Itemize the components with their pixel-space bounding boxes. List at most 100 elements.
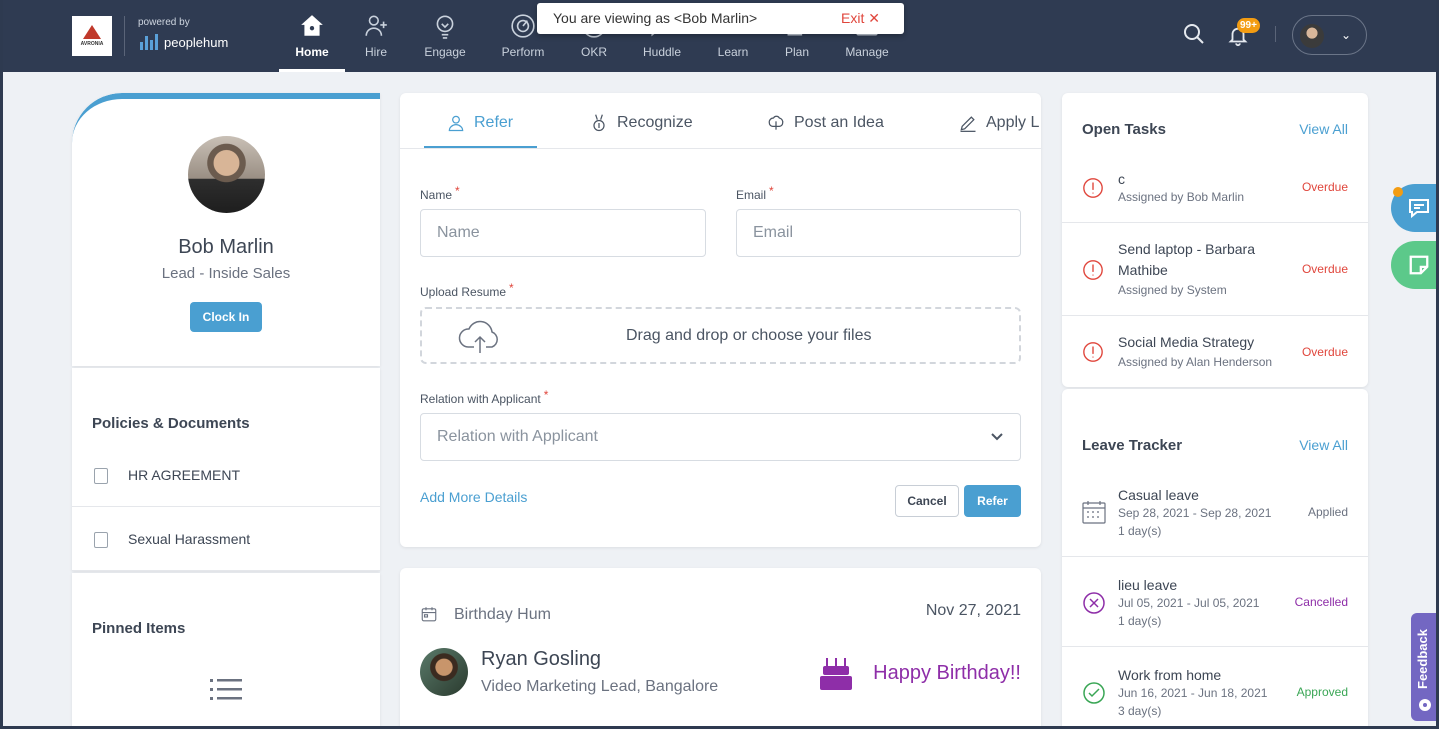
list-icon bbox=[210, 679, 242, 700]
exit-impersonation-button[interactable]: Exit ✕ bbox=[841, 10, 880, 27]
feedback-label: Feedback bbox=[1415, 629, 1430, 689]
document-icon bbox=[94, 532, 108, 548]
refer-button[interactable]: Refer bbox=[964, 485, 1021, 517]
nav-hire[interactable]: Hire bbox=[343, 12, 409, 72]
leave-dates: Sep 28, 2021 - Sep 28, 2021 bbox=[1118, 506, 1272, 520]
task-assigned-by: Assigned by Alan Henderson bbox=[1118, 355, 1273, 369]
resume-dropzone[interactable]: Drag and drop or choose your files bbox=[420, 307, 1021, 364]
leave-item[interactable]: Casual leave Sep 28, 2021 - Sep 28, 2021… bbox=[1062, 467, 1368, 557]
birthday-card: Birthday Hum Nov 27, 2021 Ryan Gosling V… bbox=[400, 568, 1041, 729]
calendar-icon bbox=[421, 607, 437, 622]
birthday-person-name[interactable]: Ryan Gosling bbox=[481, 648, 601, 671]
top-navigation-bar: AVRONIA powered by peoplehum Home Hire E… bbox=[0, 0, 1439, 72]
tab-divider bbox=[400, 148, 1041, 149]
open-tasks-view-all-link[interactable]: View All bbox=[1299, 121, 1348, 137]
task-item[interactable]: Send laptop - Barbara Mathibe Assigned b… bbox=[1062, 223, 1368, 316]
tab-refer[interactable]: Refer bbox=[446, 113, 513, 133]
relation-label: Relation with Applicant * bbox=[420, 388, 549, 406]
feedback-tab[interactable]: Feedback bbox=[1411, 613, 1439, 721]
birthday-person-role: Video Marketing Lead, Bangalore bbox=[481, 678, 719, 695]
alert-icon bbox=[1083, 260, 1103, 280]
sticky-note-icon bbox=[1409, 255, 1429, 275]
tab-post-idea[interactable]: Post an Idea bbox=[766, 113, 884, 133]
nav-perform-label: Perform bbox=[501, 45, 545, 59]
profile-role: Lead - Inside Sales bbox=[161, 265, 291, 282]
exit-label: Exit bbox=[841, 10, 865, 26]
nav-home[interactable]: Home bbox=[279, 12, 345, 72]
leave-tracker-card: Leave Tracker View All Casual leave Sep … bbox=[1062, 389, 1368, 729]
leave-days: 3 day(s) bbox=[1118, 704, 1162, 718]
add-more-details-link[interactable]: Add More Details bbox=[420, 489, 527, 505]
leave-item[interactable]: Work from home Jun 16, 2021 - Jun 18, 20… bbox=[1062, 647, 1368, 729]
task-title: Send laptop - Barbara Mathibe bbox=[1118, 241, 1255, 278]
check-circle-icon bbox=[1083, 682, 1105, 704]
task-assigned-by: Assigned by System bbox=[1118, 283, 1227, 297]
policies-card: Policies & Documents HR AGREEMENT Sexual… bbox=[72, 368, 380, 571]
bulb-icon bbox=[436, 15, 454, 39]
document-item-hr-agreement[interactable]: HR AGREEMENT bbox=[72, 444, 380, 507]
powered-by-text: powered by bbox=[138, 17, 190, 28]
leave-status: Applied bbox=[1307, 505, 1348, 519]
name-label: Name * bbox=[420, 184, 460, 202]
tab-recognize[interactable]: Recognize bbox=[589, 113, 693, 133]
external-document-icon bbox=[94, 468, 108, 484]
top-divider bbox=[1275, 26, 1276, 42]
impersonation-banner: You are viewing as <Bob Marlin> Exit ✕ bbox=[537, 3, 904, 34]
task-title: Social Media Strategy bbox=[1118, 334, 1255, 350]
logo-mark bbox=[83, 25, 101, 39]
leave-status: Approved bbox=[1296, 685, 1348, 699]
task-item[interactable]: c Assigned by Bob Marlin Overdue bbox=[1062, 155, 1368, 223]
leave-days: 1 day(s) bbox=[1118, 614, 1162, 628]
task-item[interactable]: Social Media Strategy Assigned by Alan H… bbox=[1062, 316, 1368, 387]
task-status: Overdue bbox=[1301, 262, 1348, 276]
user-avatar bbox=[1300, 24, 1324, 48]
email-label: Email * bbox=[736, 184, 774, 202]
logo-divider bbox=[124, 16, 125, 56]
search-icon[interactable] bbox=[1182, 22, 1206, 46]
leave-tracker-view-all-link[interactable]: View All bbox=[1299, 437, 1348, 453]
happy-birthday-message: Happy Birthday!! bbox=[873, 662, 1021, 684]
cancel-button[interactable]: Cancel bbox=[895, 485, 959, 517]
birthday-person-photo[interactable] bbox=[420, 648, 468, 696]
user-menu-button[interactable]: ⌄ bbox=[1292, 15, 1367, 55]
nav-plan-label: Plan bbox=[784, 45, 810, 59]
name-input[interactable]: Name bbox=[420, 209, 706, 257]
nav-engage[interactable]: Engage bbox=[412, 12, 478, 72]
cake-icon bbox=[820, 658, 852, 690]
pinned-items-title: Pinned Items bbox=[92, 620, 186, 637]
logo-text: AVRONIA bbox=[80, 41, 104, 47]
add-user-icon bbox=[365, 15, 387, 36]
dropzone-text: Drag and drop or choose your files bbox=[626, 327, 872, 344]
leave-type: Casual leave bbox=[1118, 487, 1199, 503]
tab-refer-label: Refer bbox=[474, 114, 514, 131]
pinned-items-card: Pinned Items bbox=[72, 573, 380, 729]
document-label: Sexual Harassment bbox=[128, 531, 251, 547]
nav-learn-label: Learn bbox=[717, 45, 749, 59]
chat-widget-button[interactable] bbox=[1391, 184, 1439, 232]
refer-card: Refer Recognize Post an Idea Apply L Nam… bbox=[400, 93, 1041, 547]
tab-apply[interactable]: Apply L bbox=[958, 113, 1041, 133]
brain-icon bbox=[768, 115, 784, 130]
calendar-icon bbox=[1082, 501, 1106, 524]
sticky-note-widget-button[interactable] bbox=[1391, 241, 1439, 289]
cancelled-icon bbox=[1083, 592, 1105, 614]
action-tabs: Refer Recognize Post an Idea Apply L bbox=[400, 93, 1041, 149]
close-icon: ✕ bbox=[868, 10, 880, 26]
user-icon bbox=[448, 115, 464, 132]
relation-select[interactable]: Relation with Applicant bbox=[420, 413, 1021, 461]
nav-huddle-label: Huddle bbox=[642, 45, 682, 59]
feedback-icon bbox=[1419, 699, 1431, 711]
leave-days: 1 day(s) bbox=[1118, 524, 1162, 538]
profile-photo[interactable] bbox=[188, 136, 265, 213]
company-logo[interactable]: AVRONIA bbox=[72, 16, 112, 56]
upload-resume-label: Upload Resume * bbox=[420, 281, 514, 299]
profile-card: Bob Marlin Lead - Inside Sales Clock In bbox=[72, 93, 380, 366]
email-input[interactable]: Email bbox=[736, 209, 1021, 257]
leave-item[interactable]: lieu leave Jul 05, 2021 - Jul 05, 2021 1… bbox=[1062, 557, 1368, 647]
chevron-down-icon bbox=[991, 433, 1003, 441]
relation-select-value: Relation with Applicant bbox=[437, 428, 598, 445]
document-item-sexual-harassment[interactable]: Sexual Harassment bbox=[72, 508, 380, 571]
clock-in-button[interactable]: Clock In bbox=[190, 302, 262, 332]
peoplehum-logo: peoplehum bbox=[140, 34, 228, 50]
tab-recognize-label: Recognize bbox=[617, 114, 693, 131]
